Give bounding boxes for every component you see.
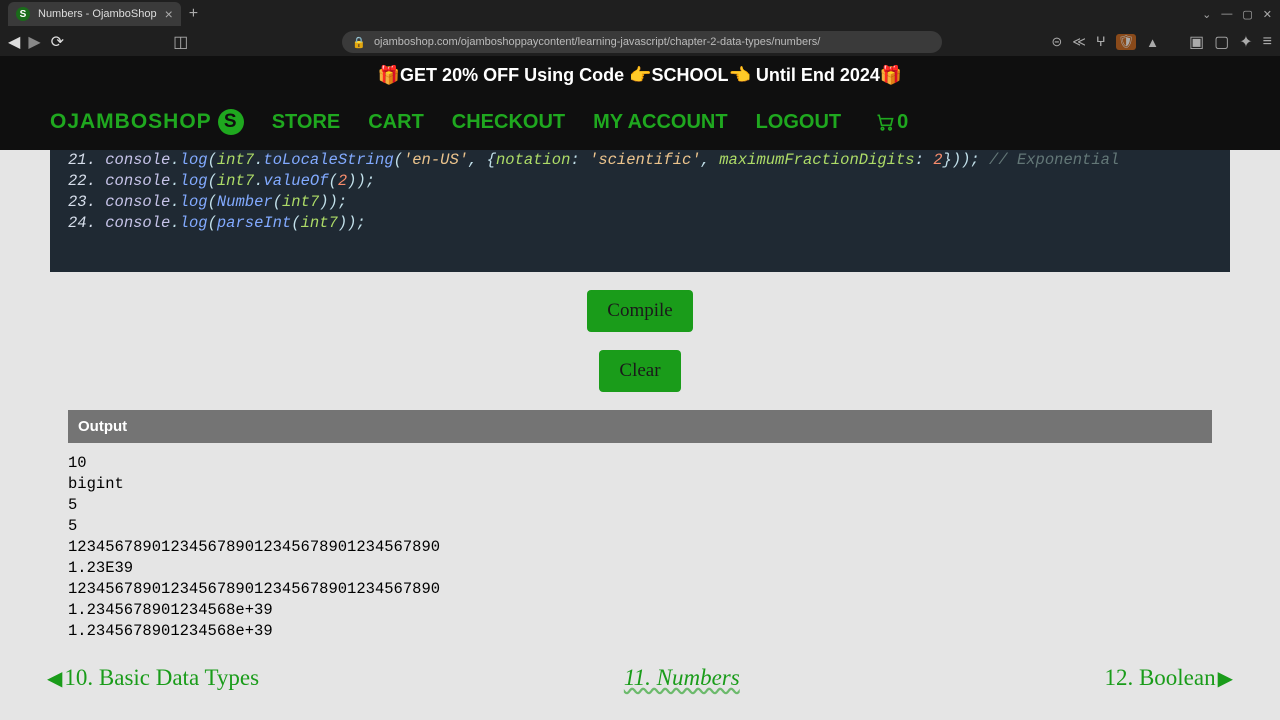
menu-icon[interactable]: ≡: [1263, 33, 1272, 51]
minimize-icon[interactable]: —: [1221, 8, 1232, 21]
window-controls: ⌄ — ▢ ✕: [1202, 8, 1272, 21]
reader-icon[interactable]: ▢: [1214, 32, 1229, 52]
code-line: 21. console.log(int7.toLocaleString('en-…: [68, 150, 1212, 171]
chevron-down-icon[interactable]: ⌄: [1202, 8, 1211, 21]
new-tab-button[interactable]: +: [189, 5, 198, 23]
cart-icon[interactable]: 0: [875, 111, 908, 134]
prev-chapter-label: 10. Basic Data Types: [64, 665, 259, 691]
next-chapter-label: 12. Boolean: [1104, 665, 1215, 691]
close-window-icon[interactable]: ✕: [1263, 8, 1272, 21]
brand-name: OJAMBOSHOP: [50, 110, 212, 134]
tab-favicon: S: [16, 7, 30, 21]
url-text: ojamboshop.com/ojamboshoppaycontent/lear…: [374, 36, 820, 48]
triangle-right-icon: ▶: [1218, 666, 1233, 691]
current-chapter-link[interactable]: 11. Numbers: [624, 665, 740, 691]
tab-title: Numbers - OjamboShop: [38, 8, 157, 20]
code-line: 22. console.log(int7.valueOf(2));: [68, 171, 1212, 192]
right-toolbar: ▣ ▢ ✦ ≡: [1189, 32, 1272, 52]
cart-count: 0: [897, 111, 908, 134]
triangle-left-icon: ◀: [47, 666, 62, 691]
nav-cart[interactable]: CART: [368, 111, 424, 134]
nav-checkout[interactable]: CHECKOUT: [452, 111, 565, 134]
output-panel: Output 10 bigint 5 5 1234567890123456789…: [50, 410, 1230, 652]
nav-account[interactable]: MY ACCOUNT: [593, 111, 727, 134]
zoom-icon[interactable]: ⊝: [1051, 34, 1062, 50]
reload-icon[interactable]: ⟳: [51, 32, 64, 52]
close-icon[interactable]: ×: [165, 6, 173, 22]
back-icon[interactable]: ◀: [8, 32, 20, 52]
bookmark-icon[interactable]: ◫: [173, 32, 188, 52]
brand-icon: S: [218, 109, 244, 135]
code-line: 23. console.log(Number(int7));: [68, 192, 1212, 213]
page-viewport: 🎁GET 20% OFF Using Code 👉SCHOOL👈 Until E…: [0, 56, 1280, 720]
output-body: 10 bigint 5 5 12345678901234567890123456…: [68, 443, 1212, 652]
brand-logo[interactable]: OJAMBOSHOP S: [50, 109, 244, 135]
sparkle-icon[interactable]: ✦: [1239, 32, 1252, 52]
chapter-nav: ◀ 10. Basic Data Types 11. Numbers 12. B…: [47, 652, 1233, 704]
shield-icon[interactable]: 🛡: [1116, 34, 1137, 50]
address-bar: ◀ ▶ ⟳ ◫ 🔒 ojamboshop.com/ojamboshoppayco…: [0, 28, 1280, 56]
code-line: 24. console.log(parseInt(int7));: [68, 213, 1212, 234]
main-nav: OJAMBOSHOP S STORE CART CHECKOUT MY ACCO…: [0, 94, 1280, 150]
share-icon[interactable]: ≪: [1072, 34, 1086, 50]
action-buttons: Compile Clear: [50, 272, 1230, 410]
browser-chrome: S Numbers - OjamboShop × + ⌄ — ▢ ✕ ◀ ▶ ⟳…: [0, 0, 1280, 56]
panel-icon[interactable]: ▣: [1189, 32, 1204, 52]
next-chapter-link[interactable]: 12. Boolean ▶: [1104, 665, 1233, 691]
nav-logout[interactable]: LOGOUT: [756, 111, 842, 134]
code-editor[interactable]: 21. console.log(int7.toLocaleString('en-…: [50, 150, 1230, 272]
nav-arrows: ◀ ▶: [8, 32, 41, 52]
rss-icon[interactable]: ⵖ: [1096, 34, 1106, 50]
toolbar-icons: ⊝ ≪ ⵖ 🛡 ▲: [1051, 34, 1159, 50]
promo-banner: 🎁GET 20% OFF Using Code 👉SCHOOL👈 Until E…: [0, 56, 1280, 94]
prev-chapter-link[interactable]: ◀ 10. Basic Data Types: [47, 665, 259, 691]
compile-button[interactable]: Compile: [587, 290, 692, 332]
url-input[interactable]: 🔒 ojamboshop.com/ojamboshoppaycontent/le…: [342, 31, 942, 53]
site-header: 🎁GET 20% OFF Using Code 👉SCHOOL👈 Until E…: [0, 56, 1280, 150]
lock-icon: 🔒: [352, 36, 366, 49]
maximize-icon[interactable]: ▢: [1242, 8, 1252, 21]
output-header: Output: [68, 410, 1212, 443]
forward-icon[interactable]: ▶: [28, 32, 40, 52]
warning-icon[interactable]: ▲: [1146, 35, 1159, 50]
tab-bar: S Numbers - OjamboShop × + ⌄ — ▢ ✕: [0, 0, 1280, 28]
browser-tab[interactable]: S Numbers - OjamboShop ×: [8, 2, 181, 26]
content-area: 21. console.log(int7.toLocaleString('en-…: [0, 150, 1280, 704]
nav-store[interactable]: STORE: [272, 111, 341, 134]
clear-button[interactable]: Clear: [599, 350, 680, 392]
